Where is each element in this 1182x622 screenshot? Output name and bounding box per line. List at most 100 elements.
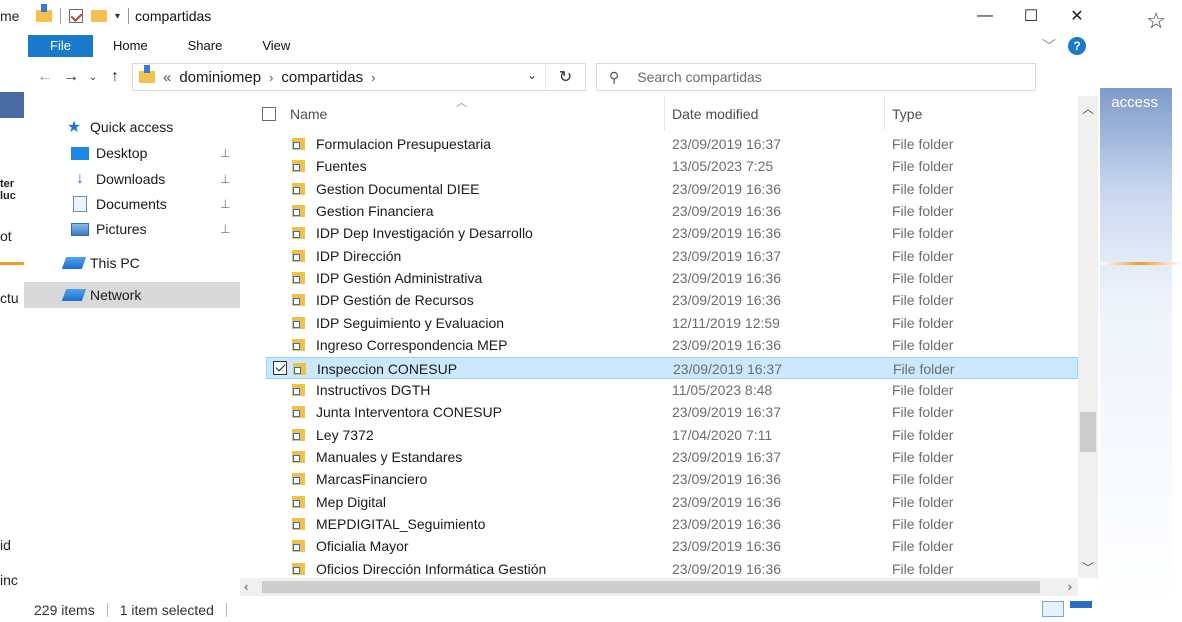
help-icon[interactable]: ? bbox=[1068, 37, 1086, 55]
tab-file[interactable]: File bbox=[28, 35, 93, 57]
minimize-button[interactable]: — bbox=[962, 0, 1008, 32]
file-name: IDP Dep Investigación y Desarrollo bbox=[316, 225, 533, 242]
file-type: File folder bbox=[892, 225, 954, 242]
folder-shortcut-icon bbox=[292, 339, 305, 352]
nav-item-documents[interactable]: Documents ⊥ bbox=[24, 191, 240, 217]
table-row[interactable]: Mep Digital 23/09/2019 16:36 File folder bbox=[266, 491, 1078, 513]
customize-toolbar-dropdown-icon[interactable]: ▾ bbox=[115, 11, 120, 22]
horizontal-scrollbar[interactable]: ‹ › bbox=[240, 578, 1078, 596]
table-row[interactable]: Formulacion Presupuestaria 23/09/2019 16:… bbox=[266, 133, 1078, 155]
table-row[interactable]: Oficios Dirección Informática Gestión 23/… bbox=[266, 558, 1078, 578]
folder-shortcut-icon bbox=[292, 383, 305, 396]
address-bar[interactable]: « dominiomep › compartidas › ⌄ ↻ bbox=[132, 63, 586, 91]
recent-locations-chevron-icon[interactable]: ⌄ bbox=[84, 72, 102, 83]
nav-item-this-pc[interactable]: This PC bbox=[24, 250, 240, 276]
table-row[interactable]: Inspeccion CONESUP 23/09/2019 16:37 File f… bbox=[266, 356, 1078, 379]
search-input[interactable]: Search compartidas bbox=[637, 69, 762, 85]
table-row[interactable]: IDP Gestión de Recursos 23/09/2019 16:36 F… bbox=[266, 289, 1078, 311]
maximize-button[interactable]: ☐ bbox=[1008, 0, 1054, 32]
column-header-date-modified[interactable]: Date modified bbox=[672, 106, 758, 122]
folder-shortcut-icon bbox=[292, 473, 305, 486]
horizontal-scroll-thumb[interactable] bbox=[262, 581, 1040, 593]
table-row[interactable]: Fuentes 13/05/2023 7:25 File folder bbox=[266, 155, 1078, 177]
tab-view[interactable]: View bbox=[242, 32, 310, 60]
file-name: Mep Digital bbox=[316, 493, 387, 510]
table-row[interactable]: IDP Seguimiento y Evaluacion 12/11/2019 1… bbox=[266, 312, 1078, 334]
folder-shortcut-icon bbox=[292, 562, 305, 575]
table-row[interactable]: MEPDIGITAL_Seguimiento 23/09/2019 16:36 Fi… bbox=[266, 513, 1078, 535]
table-row[interactable]: IDP Gestión Administrativa 23/09/2019 16:… bbox=[266, 267, 1078, 289]
file-name: Ley 7372 bbox=[316, 426, 374, 443]
bg-text-fragment: ctu bbox=[0, 290, 19, 306]
search-box[interactable]: ⚲ Search compartidas bbox=[596, 63, 1036, 91]
file-type: File folder bbox=[892, 560, 954, 577]
details-view-icon[interactable] bbox=[1042, 601, 1064, 617]
column-header-name[interactable]: Name bbox=[290, 106, 327, 122]
new-folder-icon[interactable] bbox=[91, 10, 107, 22]
properties-check-icon[interactable] bbox=[69, 9, 83, 23]
back-button[interactable]: ← bbox=[32, 68, 58, 86]
file-date-modified: 23/09/2019 16:36 bbox=[672, 225, 781, 242]
table-row[interactable]: Manuales y Estandares 23/09/2019 16:37 Fil… bbox=[266, 446, 1078, 468]
folder-shortcut-icon bbox=[292, 138, 305, 150]
table-row[interactable]: Ley 7372 17/04/2020 7:11 File folder bbox=[266, 424, 1078, 446]
vertical-scrollbar[interactable]: ︿ ﹀ bbox=[1078, 96, 1098, 578]
table-row[interactable]: Junta Interventora CONESUP 23/09/2019 16:… bbox=[266, 401, 1078, 423]
large-icons-view-icon[interactable] bbox=[1070, 601, 1092, 617]
table-row[interactable]: IDP Dep Investigación y Desarrollo 23/09/… bbox=[266, 222, 1078, 244]
scroll-up-arrow-icon[interactable]: ︿ bbox=[1078, 100, 1098, 117]
star-icon[interactable]: ☆ bbox=[1146, 8, 1166, 34]
file-date-modified: 13/05/2023 7:25 bbox=[672, 158, 774, 175]
bg-text-fragment: id bbox=[0, 537, 11, 553]
table-row[interactable]: Gestion Documental DIEE 23/09/2019 16:36 F… bbox=[266, 178, 1078, 200]
nav-item-quick-access[interactable]: ★ Quick access bbox=[24, 114, 240, 140]
breadcrumb-item[interactable]: compartidas bbox=[281, 69, 363, 86]
row-checkbox[interactable] bbox=[273, 360, 287, 375]
quick-access-toolbar: ▾ bbox=[24, 4, 130, 24]
expand-ribbon-chevron-icon[interactable]: ﹀ bbox=[1042, 36, 1056, 56]
nav-item-pictures[interactable]: Pictures ⊥ bbox=[24, 216, 240, 242]
table-row[interactable]: Gestion Financiera 23/09/2019 16:36 File f… bbox=[266, 200, 1078, 222]
column-header-type[interactable]: Type bbox=[892, 106, 922, 122]
folder-download-icon bbox=[36, 4, 52, 22]
select-all-checkbox[interactable] bbox=[262, 107, 276, 121]
background-panel: access bbox=[1092, 88, 1172, 608]
nav-item-downloads[interactable]: ↓ Downloads ⊥ bbox=[24, 166, 240, 192]
nav-item-network[interactable]: Network bbox=[24, 282, 240, 308]
nav-item-label: Pictures bbox=[96, 221, 147, 237]
breadcrumb-separator-icon[interactable]: › bbox=[371, 70, 375, 85]
close-button[interactable]: ✕ bbox=[1054, 0, 1100, 32]
breadcrumb-item[interactable]: dominiomep bbox=[179, 69, 261, 86]
bg-text-fragment: ot bbox=[0, 228, 12, 244]
file-name: MarcasFinanciero bbox=[316, 471, 428, 488]
table-row[interactable]: Ingreso Correspondencia MEP 23/09/2019 16… bbox=[266, 334, 1078, 356]
scroll-right-arrow-icon[interactable]: › bbox=[1068, 579, 1072, 594]
tab-home[interactable]: Home bbox=[93, 32, 168, 60]
breadcrumb-separator-icon[interactable]: › bbox=[269, 70, 273, 85]
forward-button[interactable]: → bbox=[58, 68, 84, 86]
bg-text-fragment: ter bbox=[0, 178, 15, 190]
up-button[interactable]: ↑ bbox=[102, 68, 128, 86]
folder-shortcut-icon bbox=[292, 182, 305, 195]
pictures-icon bbox=[70, 222, 90, 236]
table-row[interactable]: MarcasFinanciero 23/09/2019 16:36 File fol… bbox=[266, 468, 1078, 490]
table-row[interactable]: Instructivos DGTH 11/05/2023 8:48 File fol… bbox=[266, 379, 1078, 401]
refresh-button[interactable]: ↻ bbox=[545, 64, 585, 90]
scroll-down-arrow-icon[interactable]: ﹀ bbox=[1078, 559, 1098, 576]
vertical-scroll-thumb[interactable] bbox=[1080, 412, 1096, 452]
file-type: File folder bbox=[892, 448, 954, 465]
file-date-modified: 23/09/2019 16:36 bbox=[672, 560, 781, 577]
address-dropdown-icon[interactable]: ⌄ bbox=[527, 68, 537, 82]
column-divider[interactable] bbox=[664, 96, 665, 130]
table-row[interactable]: Oficialia Mayor 23/09/2019 16:36 File fold… bbox=[266, 535, 1078, 557]
tab-share[interactable]: Share bbox=[168, 32, 243, 60]
column-divider[interactable] bbox=[884, 96, 885, 130]
table-row[interactable]: IDP Dirección 23/09/2019 16:37 File folder bbox=[266, 245, 1078, 267]
search-icon: ⚲ bbox=[609, 68, 620, 85]
scroll-left-arrow-icon[interactable]: ‹ bbox=[244, 579, 248, 594]
nav-item-desktop[interactable]: Desktop ⊥ bbox=[24, 140, 240, 166]
file-date-modified: 23/09/2019 16:36 bbox=[672, 337, 781, 354]
overflow-chevron-icon[interactable]: « bbox=[163, 69, 171, 86]
nav-item-label: Documents bbox=[96, 196, 167, 212]
file-type: File folder bbox=[892, 493, 954, 510]
